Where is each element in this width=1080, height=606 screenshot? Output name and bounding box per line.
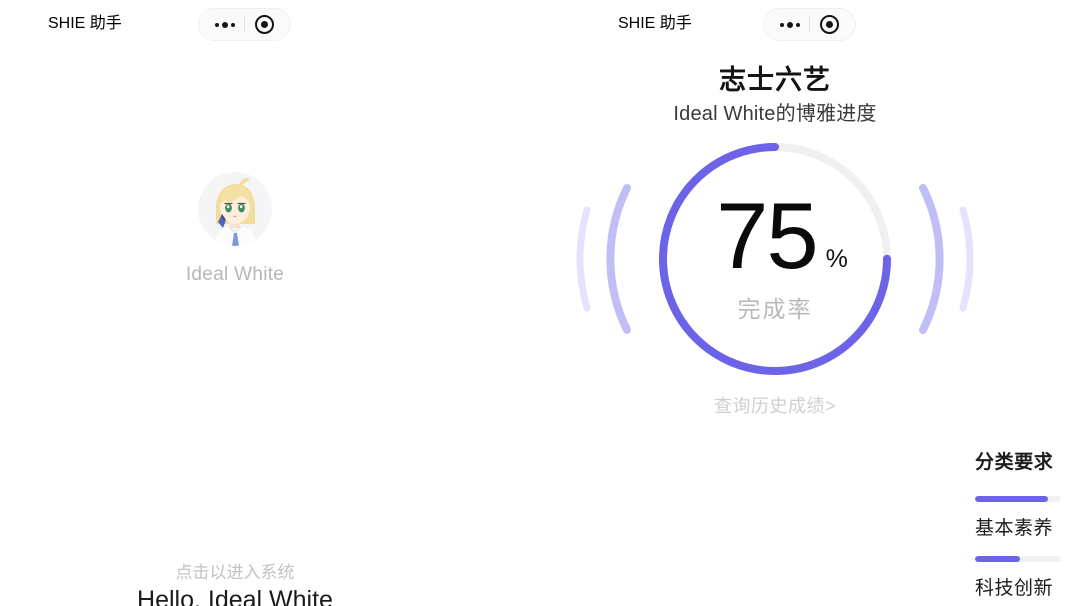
left-panel: SHIE 助手 Ideal White 点击以进入系统 Hello, Ideal… bbox=[0, 0, 470, 606]
avatar-block[interactable]: Ideal White bbox=[0, 172, 470, 286]
history-scores-link[interactable]: 查询历史成绩> bbox=[470, 392, 1080, 418]
right-panel: SHIE 助手 志士六艺 Ideal White的博雅进度 75 % 完成率 查… bbox=[470, 0, 1080, 606]
progress-gauge: 75 % 完成率 bbox=[470, 130, 1080, 388]
user-avatar-anime[interactable] bbox=[198, 172, 272, 246]
category-grid: 基本素养 形势政策 文化艺术 bbox=[975, 496, 1080, 600]
category-label: 科技创新 bbox=[975, 578, 1054, 599]
category-item[interactable]: 基本素养 bbox=[975, 496, 1073, 540]
more-dots-icon[interactable] bbox=[771, 9, 809, 40]
category-item[interactable]: 科技创新 bbox=[975, 556, 1073, 600]
left-navbar: SHIE 助手 bbox=[0, 0, 470, 48]
left-nav-title: SHIE 助手 bbox=[48, 15, 122, 32]
app-screen: SHIE 助手 Ideal White 点击以进入系统 Hello, Ideal… bbox=[0, 0, 1080, 606]
decor-arc-inner-right bbox=[919, 184, 944, 334]
category-heading: 分类要求 bbox=[975, 452, 1054, 473]
target-circle-icon[interactable] bbox=[245, 9, 283, 40]
decor-arc-outer-left bbox=[576, 206, 591, 312]
category-progress-fill bbox=[975, 496, 1049, 502]
target-circle-icon[interactable] bbox=[810, 9, 848, 40]
category-label: 基本素养 bbox=[975, 518, 1054, 539]
right-navbar: SHIE 助手 bbox=[470, 0, 1080, 48]
category-progress-track bbox=[975, 556, 1061, 562]
category-progress-fill bbox=[975, 556, 1020, 562]
decor-arc-outer-right bbox=[959, 206, 974, 312]
left-capsule-menu[interactable] bbox=[198, 8, 291, 41]
right-capsule-menu[interactable] bbox=[763, 8, 856, 41]
category-progress-track bbox=[975, 496, 1061, 502]
page-title: 志士六艺 bbox=[719, 65, 831, 95]
greeting-text: Hello, Ideal White bbox=[137, 586, 333, 606]
right-nav-title: SHIE 助手 bbox=[618, 15, 692, 32]
avatar-name: Ideal White bbox=[185, 264, 285, 285]
decor-arc-inner-left bbox=[606, 184, 631, 334]
more-dots-icon[interactable] bbox=[206, 9, 244, 40]
page-subtitle: Ideal White的博雅进度 bbox=[673, 103, 877, 125]
category-requirements: 分类要求 基本素养 形势政策 bbox=[975, 447, 1080, 600]
enter-system-hint[interactable]: 点击以进入系统 bbox=[0, 558, 470, 583]
